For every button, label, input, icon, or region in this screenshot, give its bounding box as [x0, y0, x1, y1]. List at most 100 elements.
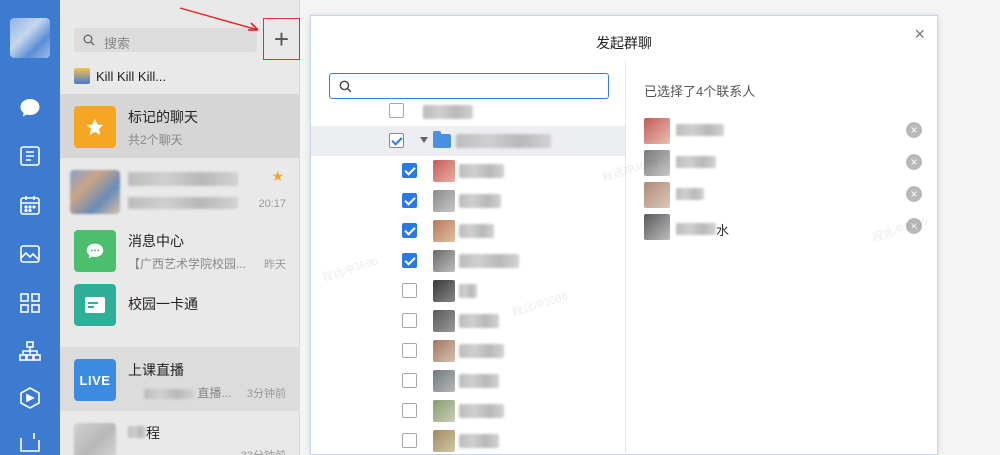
chat-time: 33分钟前	[241, 447, 286, 455]
blurred-name	[128, 172, 238, 186]
blurred-name	[676, 188, 704, 200]
chat-title: 消息中心	[128, 233, 184, 249]
contact-row[interactable]	[311, 101, 625, 123]
blurred-name	[459, 254, 519, 268]
list-item-contact[interactable]: 程 33分钟前	[60, 413, 300, 455]
blurred-name	[456, 134, 551, 148]
org-chart-icon[interactable]	[18, 339, 42, 363]
pinned-chat-label: Kill Kill Kill...	[96, 68, 167, 84]
contact-row[interactable]	[311, 156, 625, 186]
avatar	[433, 220, 455, 242]
checkbox[interactable]	[402, 313, 417, 328]
annotation-arrow-icon	[179, 7, 259, 31]
docs-icon[interactable]	[18, 144, 42, 168]
chat-subtitle: 共2个聊天	[128, 133, 183, 147]
selected-count-label: 已选择了4个联系人	[644, 84, 756, 99]
contact-row[interactable]	[311, 426, 625, 455]
checkbox[interactable]	[402, 163, 417, 178]
search-placeholder: 搜索	[104, 36, 131, 51]
selected-contact: ×	[644, 148, 924, 176]
blurred-name	[459, 224, 494, 238]
checkbox[interactable]	[389, 133, 404, 148]
blurred-preview	[144, 388, 194, 399]
contact-search-input[interactable]	[329, 73, 609, 99]
checkbox[interactable]	[402, 343, 417, 358]
photo-icon[interactable]	[18, 242, 42, 266]
remove-button[interactable]: ×	[906, 122, 922, 138]
search-icon	[339, 80, 352, 93]
checkbox[interactable]	[389, 103, 404, 118]
checkbox[interactable]	[402, 433, 417, 448]
blurred-name	[459, 344, 504, 358]
blurred-name	[459, 374, 499, 388]
checkbox[interactable]	[402, 193, 417, 208]
contact-row[interactable]	[311, 306, 625, 336]
chat-subtitle: 【广西艺术学院校园...	[128, 257, 247, 271]
blurred-name	[459, 164, 504, 178]
checkbox[interactable]	[402, 223, 417, 238]
live-icon: LIVE	[74, 359, 116, 401]
list-item-live-class[interactable]: LIVE 上课直播 直播... 3分钟前	[60, 347, 300, 411]
pinned-chat[interactable]: Kill Kill Kill...	[74, 68, 166, 84]
emoji-avatar-icon	[74, 68, 90, 84]
apps-grid-icon[interactable]	[18, 291, 42, 315]
folder-icon	[433, 131, 451, 148]
avatar	[433, 280, 455, 302]
remove-button[interactable]: ×	[906, 186, 922, 202]
avatar	[644, 182, 670, 208]
avatar	[644, 214, 670, 240]
group-folder-row[interactable]	[311, 126, 625, 156]
avatar	[433, 160, 455, 182]
dialog-title: 发起群聊	[596, 35, 652, 51]
avatar	[433, 400, 455, 422]
contact-row[interactable]	[311, 366, 625, 396]
notice-icon[interactable]	[18, 430, 42, 454]
blurred-name	[459, 284, 477, 298]
blurred-name	[676, 124, 724, 136]
list-item-group-chat[interactable]: ★ 20:17	[60, 160, 300, 224]
list-item-marked-chats[interactable]: 标记的聊天 共2个聊天	[60, 94, 300, 158]
chat-bubble-icon	[74, 230, 116, 272]
blurred-name	[459, 434, 499, 448]
checkbox[interactable]	[402, 403, 417, 418]
avatar	[433, 190, 455, 212]
left-rail	[0, 0, 60, 455]
blurred-name	[128, 426, 146, 438]
chat-list-panel: 搜索 + Kill Kill Kill... 标记的聊天 共2个聊天 ★ 20:…	[60, 0, 300, 455]
chat-time: 3分钟前	[246, 388, 286, 400]
blurred-name	[459, 194, 501, 208]
user-avatar[interactable]	[10, 18, 50, 58]
remove-button[interactable]: ×	[906, 154, 922, 170]
avatar	[433, 370, 455, 392]
contact-row[interactable]	[311, 396, 625, 426]
chevron-down-icon[interactable]	[420, 137, 428, 143]
star-icon: ★	[271, 168, 284, 184]
avatar	[433, 310, 455, 332]
checkbox[interactable]	[402, 373, 417, 388]
add-chat-button[interactable]: +	[263, 18, 300, 60]
chat-time: 20:17	[258, 198, 286, 210]
contact-row[interactable]	[311, 276, 625, 306]
selected-contacts-panel: 已选择了4个联系人 × × × 水 ×	[625, 61, 939, 455]
blurred-preview	[128, 197, 238, 209]
selected-contact: ×	[644, 180, 924, 208]
contact-row[interactable]	[311, 216, 625, 246]
checkbox[interactable]	[402, 283, 417, 298]
contact-row[interactable]	[311, 186, 625, 216]
chat-subtitle: 直播...	[197, 386, 232, 400]
chat-title: 上课直播	[128, 362, 184, 378]
avatar	[74, 423, 116, 455]
chat-time: 昨天	[264, 259, 286, 271]
cube-icon[interactable]	[18, 386, 42, 410]
selected-contact: ×	[644, 116, 924, 144]
checkbox[interactable]	[402, 253, 417, 268]
avatar	[433, 250, 455, 272]
group-avatar	[70, 170, 120, 214]
contact-row[interactable]	[311, 336, 625, 366]
chat-icon[interactable]	[18, 96, 42, 120]
close-button[interactable]: ×	[914, 24, 925, 45]
calendar-icon[interactable]	[18, 193, 42, 217]
list-item-campus-card[interactable]: 校园一卡通	[60, 272, 300, 336]
blurred-name	[423, 105, 473, 119]
selected-name: 水	[716, 223, 730, 238]
